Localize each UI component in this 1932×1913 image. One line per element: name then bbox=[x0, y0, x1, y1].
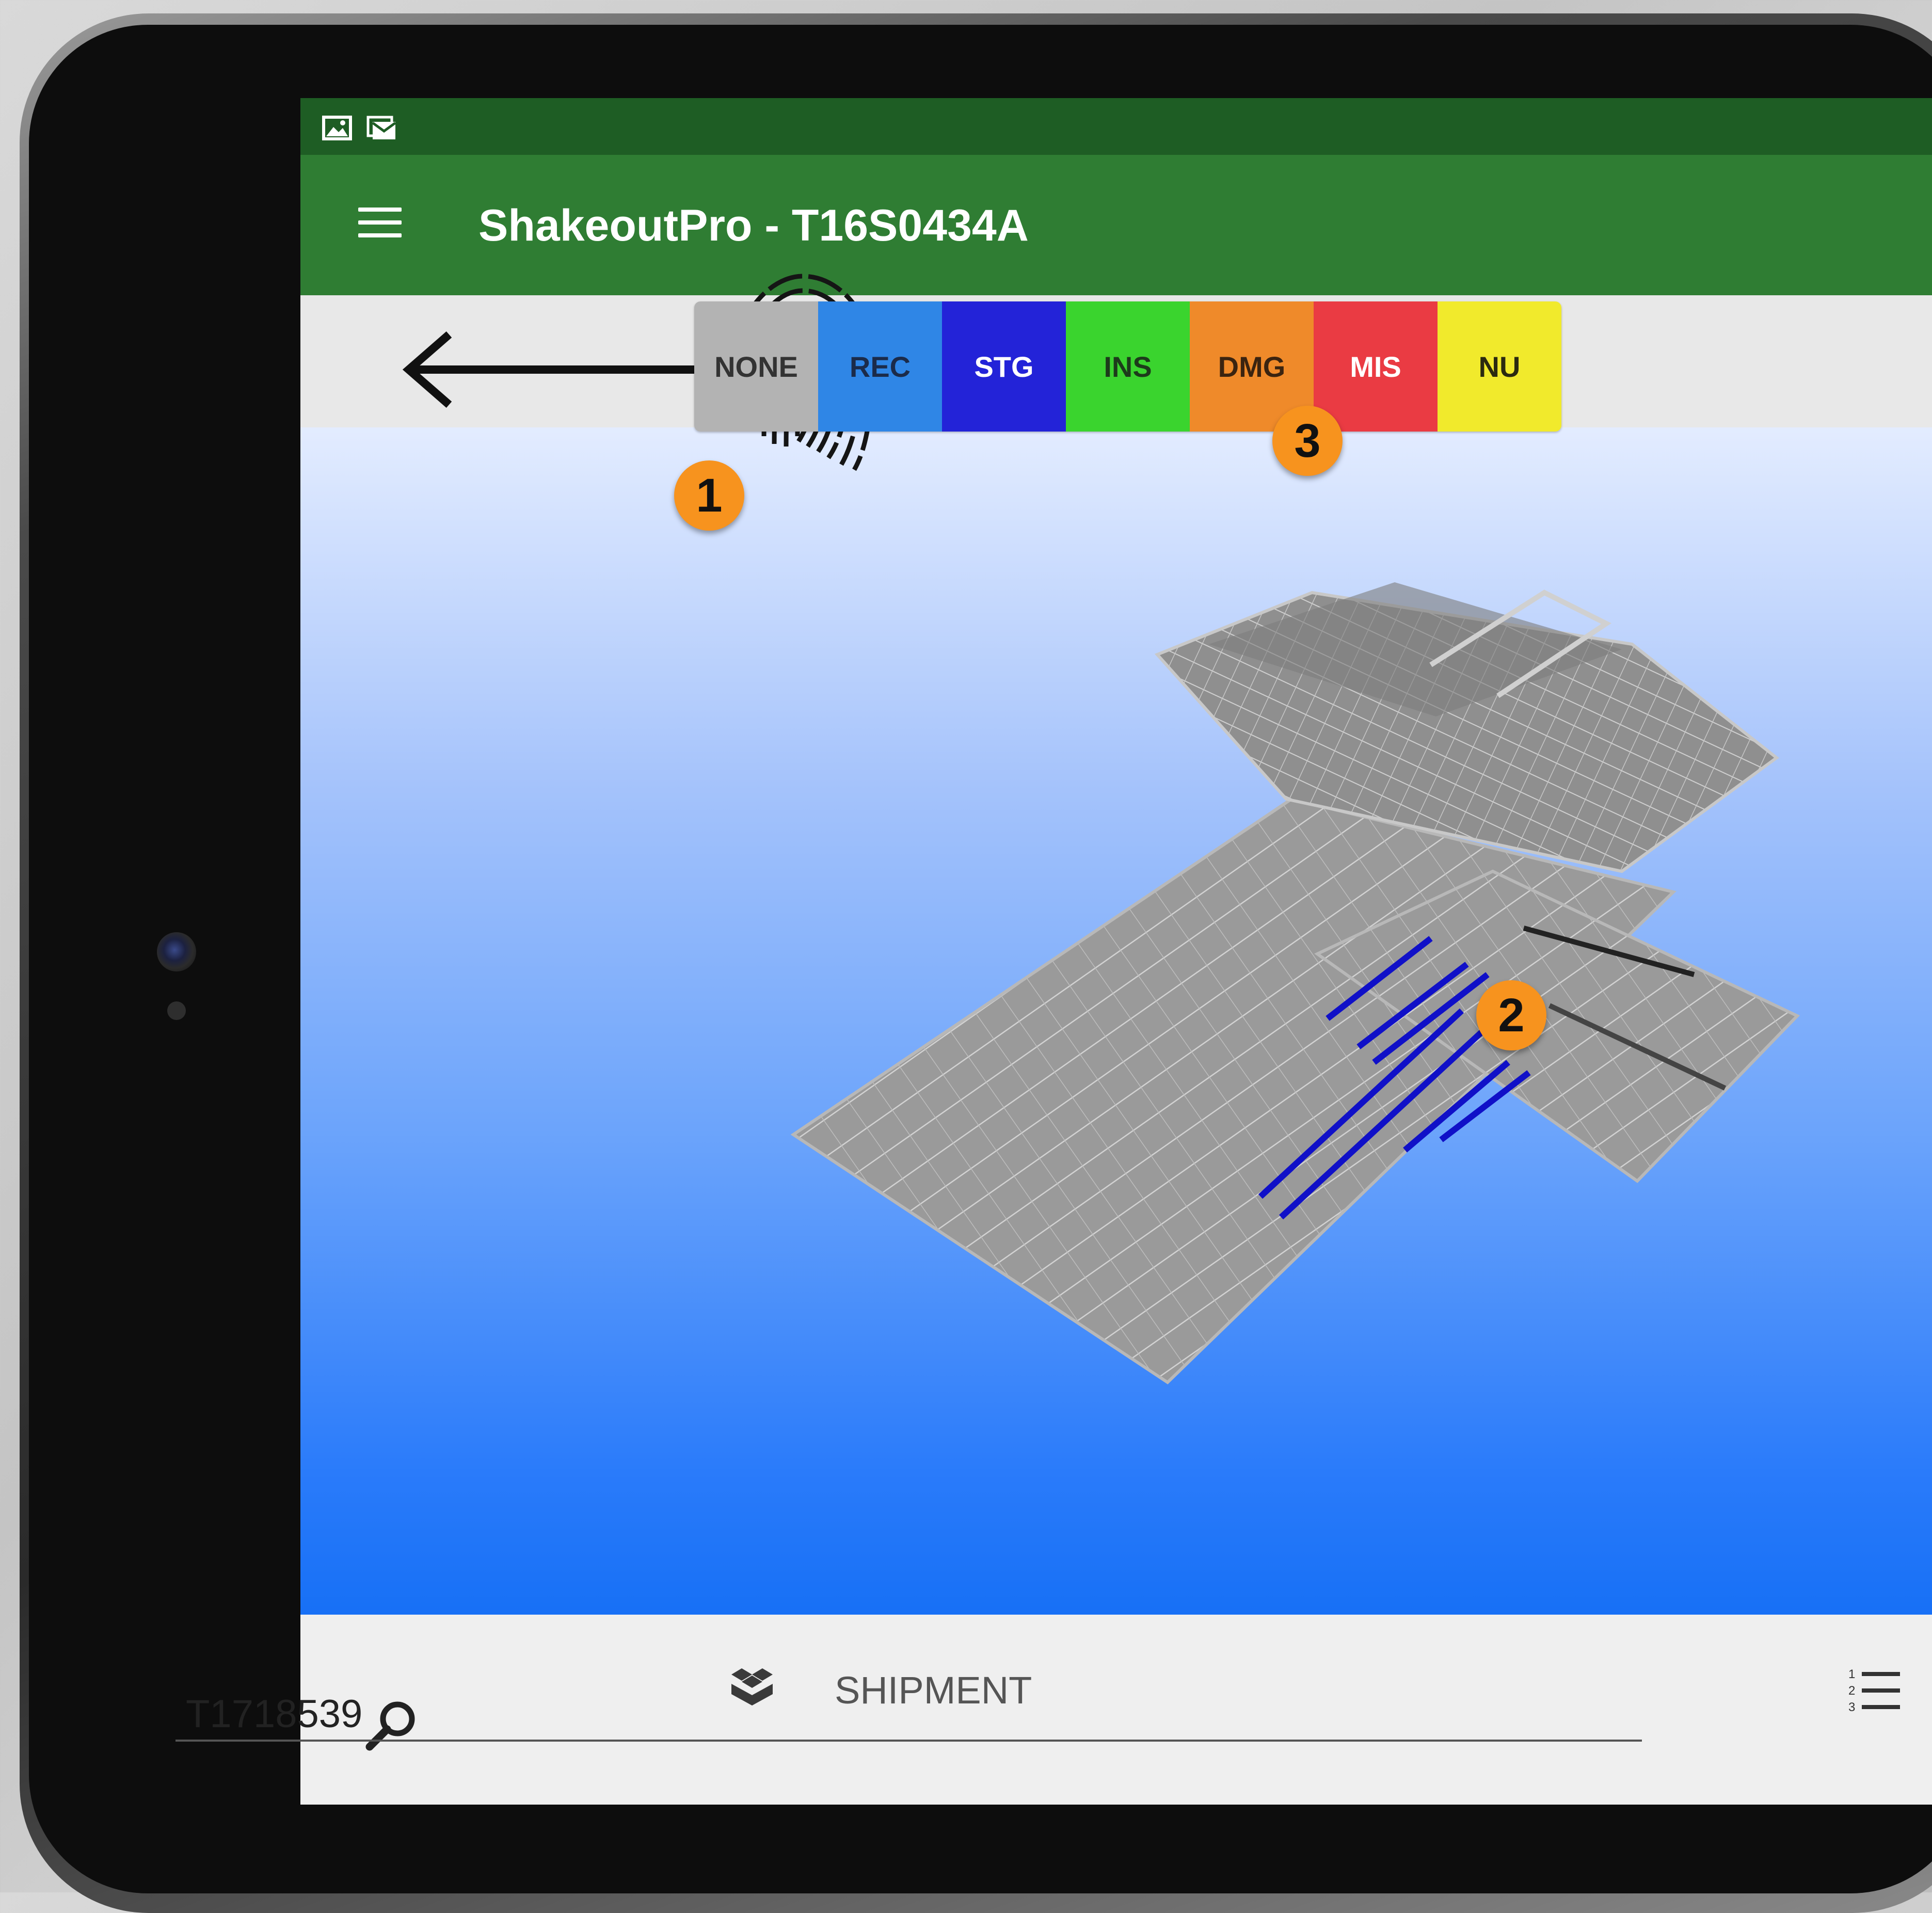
system-status-bar bbox=[300, 98, 1932, 155]
search-input[interactable] bbox=[175, 1688, 1642, 1742]
hamburger-menu-icon[interactable] bbox=[358, 208, 402, 238]
svg-text:3: 3 bbox=[1848, 1700, 1855, 1714]
app-title: ShakeoutPro - T16S0434A bbox=[478, 201, 1029, 250]
callout-badge-2: 2 bbox=[1476, 980, 1546, 1050]
app-bar: ShakeoutPro - T16S0434A bbox=[300, 155, 1932, 295]
callout-badge-3: 3 bbox=[1272, 406, 1343, 476]
numbered-list-icon[interactable]: 1 2 3 bbox=[1846, 1665, 1903, 1716]
mail-notification-icon bbox=[366, 116, 396, 139]
front-camera bbox=[157, 932, 196, 971]
image-notification-icon bbox=[322, 116, 352, 140]
svg-text:1: 1 bbox=[1848, 1667, 1855, 1681]
filter-none[interactable]: NONE bbox=[694, 301, 818, 432]
model-3d-viewport[interactable] bbox=[300, 427, 1932, 1615]
filter-ins[interactable]: INS bbox=[1066, 301, 1190, 432]
svg-text:2: 2 bbox=[1848, 1684, 1855, 1698]
filter-mis[interactable]: MIS bbox=[1314, 301, 1438, 432]
filter-rec[interactable]: REC bbox=[818, 301, 942, 432]
callout-badge-1: 1 bbox=[674, 460, 744, 531]
light-sensor bbox=[167, 1001, 186, 1020]
arrow-left-icon[interactable] bbox=[403, 330, 707, 413]
status-filter-bar: NONE REC STG INS DMG MIS NU bbox=[694, 301, 1561, 432]
filter-stg[interactable]: STG bbox=[942, 301, 1066, 432]
filter-nu[interactable]: NU bbox=[1438, 301, 1561, 432]
steel-structure-model[interactable] bbox=[300, 427, 1932, 1615]
